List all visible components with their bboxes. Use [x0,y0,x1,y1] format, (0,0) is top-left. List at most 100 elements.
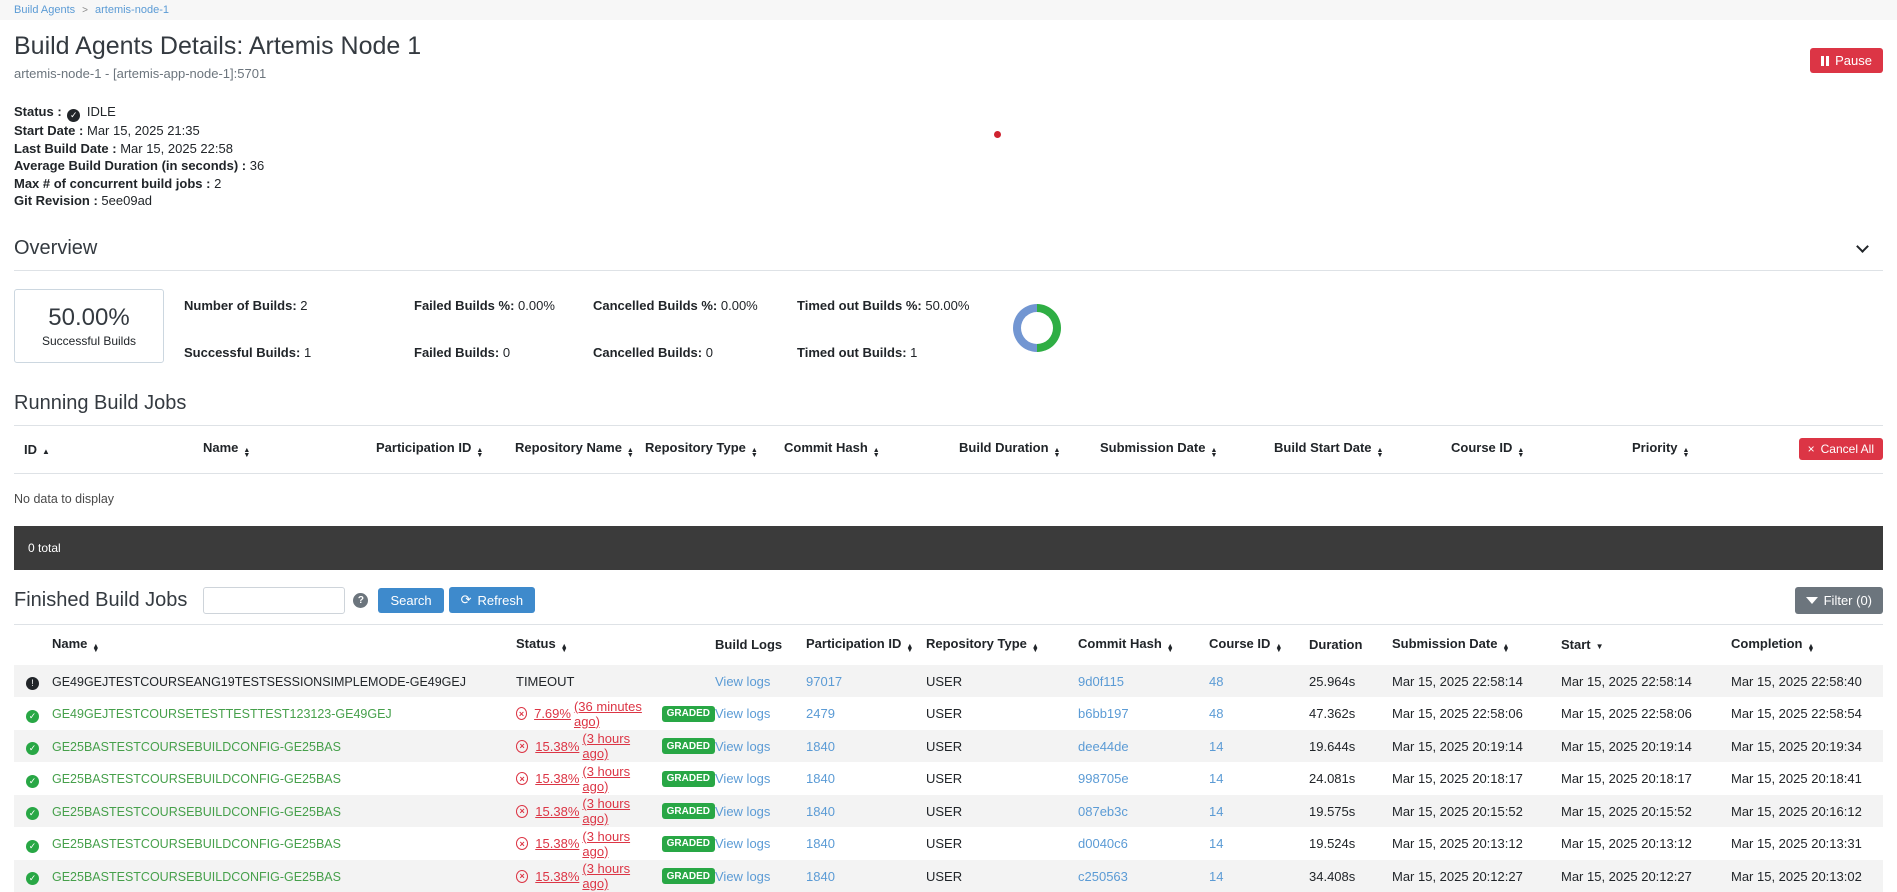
running-col-course-id[interactable]: Course ID▲▼ [1451,440,1632,458]
view-logs-link[interactable]: View logs [715,869,770,884]
running-col-priority[interactable]: Priority▲▼ [1632,440,1798,458]
course-id-link[interactable]: 48 [1209,706,1223,721]
running-col-build-duration[interactable]: Build Duration▲▼ [959,440,1100,458]
view-logs-link[interactable]: View logs [715,771,770,786]
finished-col-start[interactable]: Start▼ [1561,637,1731,652]
stat-timedout-pct: Timed out Builds %: 50.00% [797,298,1037,345]
running-col-commit-hash[interactable]: Commit Hash▲▼ [784,440,959,458]
job-name-link[interactable]: GE25BASTESTCOURSEBUILDCONFIG-GE25BAS [52,805,341,819]
status-cell: × 15.38% (3 hours ago) GRADED [516,829,715,859]
no-data-text: No data to display [14,474,1883,526]
participation-id-link[interactable]: 1840 [806,836,835,851]
status-cell: × 15.38% (3 hours ago) GRADED [516,764,715,794]
table-row: ✓ GE25BASTESTCOURSEBUILDCONFIG-GE25BAS ×… [14,762,1883,795]
job-name-link[interactable]: GE25BASTESTCOURSEBUILDCONFIG-GE25BAS [52,740,341,754]
view-logs-link[interactable]: View logs [715,739,770,754]
repository-type: USER [926,674,1078,689]
job-name-link[interactable]: GE25BASTESTCOURSEBUILDCONFIG-GE25BAS [52,837,341,851]
finished-col-repository-type[interactable]: Repository Type▲▼ [926,636,1078,654]
start-date: Mar 15, 2025 20:13:12 [1561,836,1731,851]
filter-button[interactable]: Filter (0) [1795,587,1883,614]
job-name-link[interactable]: GE49GEJTESTCOURSEANG19TESTSESSIONSIMPLEM… [52,675,466,689]
commit-hash-link[interactable]: 9d0f115 [1078,674,1124,689]
running-col-submission-date[interactable]: Submission Date▲▼ [1100,440,1274,458]
view-logs-link[interactable]: View logs [715,804,770,819]
result-time-ago-link[interactable]: (3 hours ago) [582,796,654,826]
refresh-button[interactable]: ⟳Refresh [449,587,535,613]
commit-hash-link[interactable]: dee44de [1078,739,1129,754]
commit-hash-link[interactable]: c250563 [1078,869,1128,884]
running-col-name[interactable]: Name▲▼ [203,440,376,458]
result-score-link[interactable]: 15.38% [535,804,579,819]
participation-id-link[interactable]: 1840 [806,804,835,819]
table-row: ✓ GE25BASTESTCOURSEBUILDCONFIG-GE25BAS ×… [14,827,1883,860]
view-logs-link[interactable]: View logs [715,836,770,851]
help-icon[interactable]: ? [353,593,368,608]
duration: 25.964s [1309,674,1392,689]
finished-col-name[interactable]: Name▲▼ [52,636,516,654]
finished-jobs-heading: Finished Build Jobs [14,589,187,612]
job-name-link[interactable]: GE25BASTESTCOURSEBUILDCONFIG-GE25BAS [52,772,341,786]
running-col-id[interactable]: ID▲ [24,442,203,457]
result-score-link[interactable]: 15.38% [535,739,579,754]
commit-hash-link[interactable]: b6bb197 [1078,706,1129,721]
result-time-ago-link[interactable]: (36 minutes ago) [574,699,655,729]
finished-col-submission-date[interactable]: Submission Date▲▼ [1392,636,1561,654]
course-id-link[interactable]: 14 [1209,804,1223,819]
running-col-repository-name[interactable]: Repository Name▲▼ [515,440,645,458]
participation-id-link[interactable]: 97017 [806,674,842,689]
job-name-link[interactable]: GE49GEJTESTCOURSETESTTESTTEST123123-GE49… [52,707,392,721]
running-col-participation-id[interactable]: Participation ID▲▼ [376,440,515,458]
participation-id-link[interactable]: 1840 [806,869,835,884]
search-input[interactable] [203,587,345,614]
breadcrumb-link-build-agents[interactable]: Build Agents [14,4,75,16]
view-logs-link[interactable]: View logs [715,674,770,689]
finished-col-status[interactable]: Status▲▼ [516,636,715,654]
commit-hash-link[interactable]: 087eb3c [1078,804,1128,819]
breadcrumb-link-node[interactable]: artemis-node-1 [95,4,169,16]
status-row: Status : ✓ IDLE [14,103,1883,122]
overview-header[interactable]: Overview [14,237,1883,260]
commit-hash-link[interactable]: d0040c6 [1078,836,1128,851]
finished-col-commit-hash[interactable]: Commit Hash▲▼ [1078,636,1209,654]
participation-id-link[interactable]: 1840 [806,739,835,754]
sort-icon: ▲▼ [873,449,880,458]
cancel-all-button[interactable]: ×Cancel All [1799,438,1883,460]
finished-col-completion[interactable]: Completion▲▼ [1731,636,1866,654]
result-time-ago-link[interactable]: (3 hours ago) [582,829,654,859]
running-col-build-start-date[interactable]: Build Start Date▲▼ [1274,440,1451,458]
course-id-link[interactable]: 14 [1209,869,1223,884]
participation-id-link[interactable]: 1840 [806,771,835,786]
search-button[interactable]: Search [378,588,443,613]
result-time-ago-link[interactable]: (3 hours ago) [582,861,654,891]
sort-icon: ▲▼ [561,645,568,654]
result-score-link[interactable]: 7.69% [534,706,571,721]
participation-id-link[interactable]: 2479 [806,706,835,721]
course-id-link[interactable]: 14 [1209,771,1223,786]
sort-icon: ▲▼ [1054,449,1061,458]
completion-date: Mar 15, 2025 20:18:41 [1731,771,1866,786]
chevron-down-icon[interactable] [1856,240,1869,253]
sort-icon: ▲▼ [627,449,634,458]
course-id-link[interactable]: 48 [1209,674,1223,689]
pause-button[interactable]: Pause [1810,48,1883,73]
total-count: 0 total [28,541,61,555]
course-id-link[interactable]: 14 [1209,739,1223,754]
view-logs-link[interactable]: View logs [715,706,770,721]
course-id-link[interactable]: 14 [1209,836,1223,851]
sort-icon: ▲▼ [1683,449,1690,458]
stat-cancelled-builds: Cancelled Builds: 0 [593,345,797,392]
overview-stats: Number of Builds: 2 Failed Builds %: 0.0… [184,298,1037,392]
result-score-link[interactable]: 15.38% [535,771,579,786]
running-col-repository-type[interactable]: Repository Type▲▼ [645,440,784,458]
finished-col-participation-id[interactable]: Participation ID▲▼ [806,636,926,654]
result-score-link[interactable]: 15.38% [535,869,579,884]
result-time-ago-link[interactable]: (3 hours ago) [582,764,654,794]
result-score-link[interactable]: 15.38% [535,836,579,851]
status-cell: TIMEOUT [516,674,715,689]
duration: 19.575s [1309,804,1392,819]
commit-hash-link[interactable]: 998705e [1078,771,1129,786]
finished-col-course-id[interactable]: Course ID▲▼ [1209,636,1309,654]
duration: 19.644s [1309,739,1392,754]
result-time-ago-link[interactable]: (3 hours ago) [582,731,654,761]
